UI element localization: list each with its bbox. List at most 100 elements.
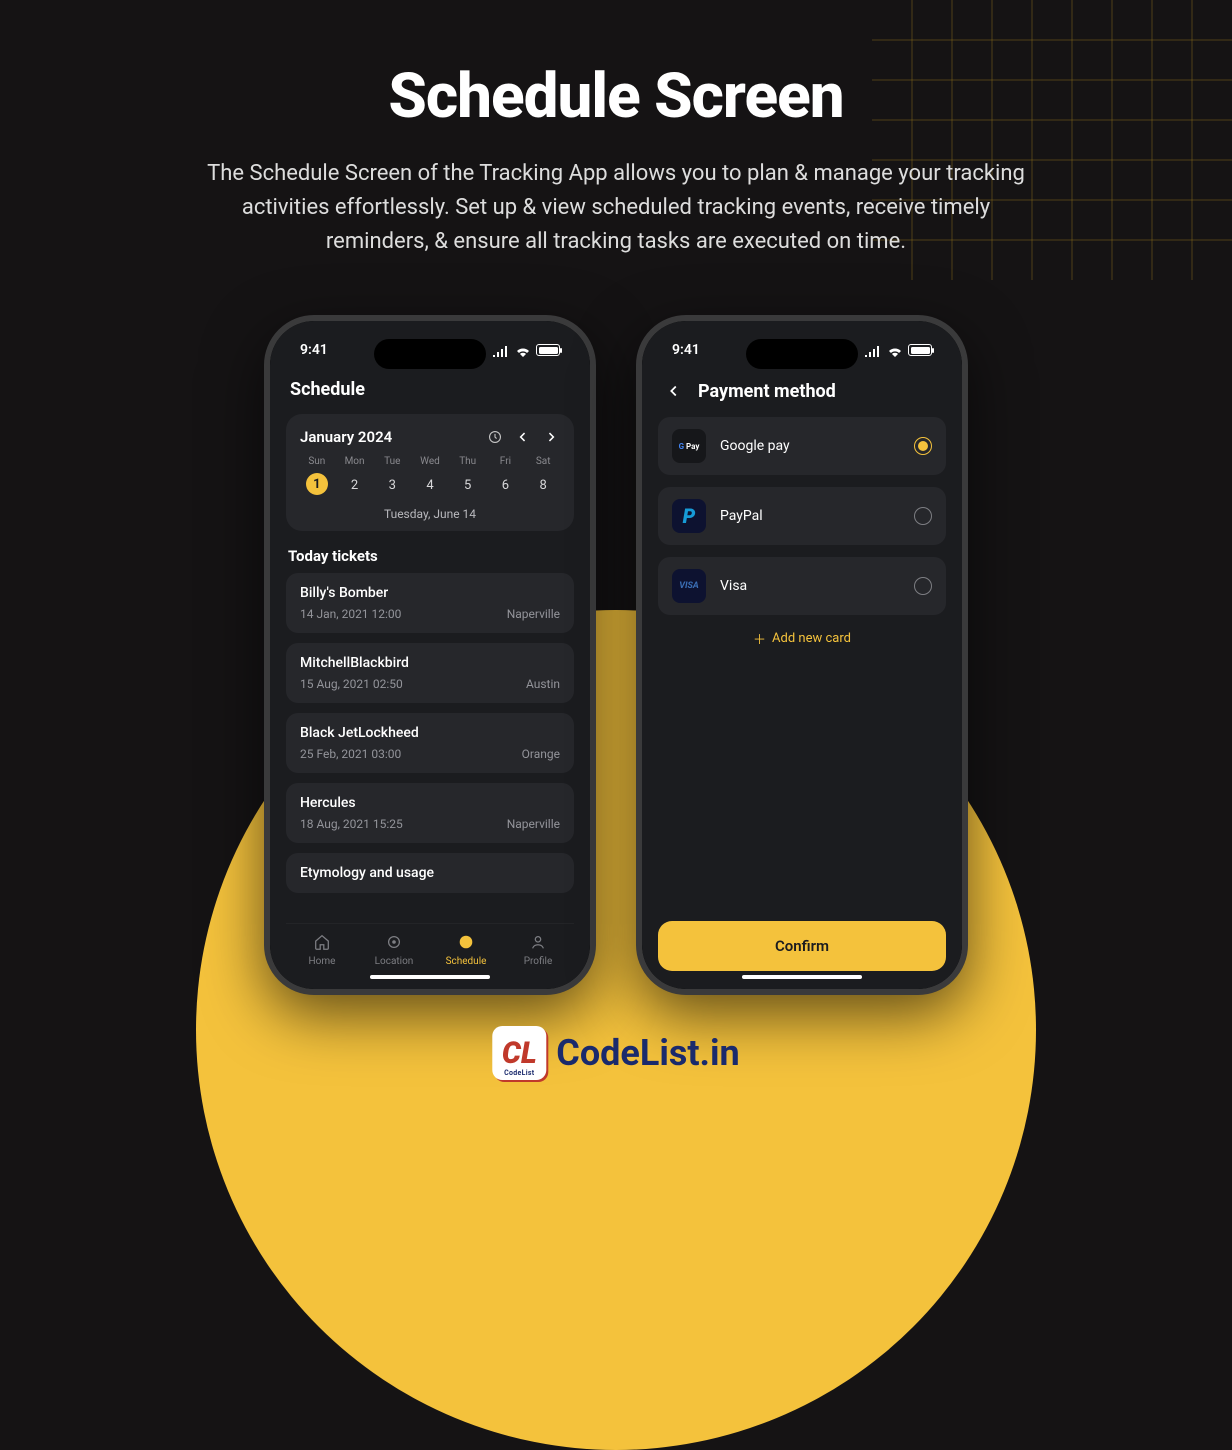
weekday-label: Sun	[300, 456, 334, 467]
ticket-item[interactable]: Black JetLockheed 25 Feb, 2021 03:00 Oran…	[286, 713, 574, 773]
tab-location[interactable]: Location	[358, 932, 430, 967]
calendar-day[interactable]: 6	[489, 473, 523, 497]
payment-method-item[interactable]: P PayPal	[658, 487, 946, 545]
screen-header: Payment method	[658, 371, 946, 417]
ticket-date: 18 Aug, 2021 15:25	[300, 817, 403, 831]
confirm-button[interactable]: Confirm	[658, 921, 946, 971]
footer-brand: CL CodeList CodeList.in	[492, 1026, 739, 1080]
calendar-card: January 2024 Sun Mon Tue Wed Thu Fri Sat	[286, 414, 574, 531]
ticket-name: MitchellBlackbird	[300, 655, 560, 671]
weekday-label: Wed	[413, 456, 447, 467]
today-tickets-label: Today tickets	[288, 547, 572, 565]
weekday-label: Sat	[526, 456, 560, 467]
schedule-icon	[456, 932, 476, 952]
phone-screen: 9:41 Payment method G Pay Google pay	[642, 321, 962, 989]
ticket-name: Black JetLockheed	[300, 725, 560, 741]
payment-methods-list: G Pay Google pay P PayPal VISA Visa	[658, 417, 946, 615]
phone-mockups: 9:41 Schedule January 2024	[0, 315, 1232, 995]
paypal-logo-icon: P	[672, 499, 706, 533]
screen-header: Schedule	[286, 371, 574, 414]
battery-icon	[908, 344, 932, 356]
calendar-days-row: 1 2 3 4 5 6 8	[300, 473, 560, 497]
profile-icon	[528, 932, 548, 952]
status-indicators	[865, 344, 932, 356]
ticket-date: 14 Jan, 2021 12:00	[300, 607, 401, 621]
plus-icon: ＋	[753, 629, 766, 648]
payment-method-name: Visa	[720, 578, 900, 594]
tab-label: Home	[309, 956, 336, 967]
hero-section: Schedule Screen The Schedule Screen of t…	[0, 0, 1232, 259]
status-time: 9:41	[672, 342, 700, 358]
signal-icon	[493, 345, 510, 356]
phone-payment: 9:41 Payment method G Pay Google pay	[636, 315, 968, 995]
calendar-weekdays: Sun Mon Tue Wed Thu Fri Sat	[300, 456, 560, 467]
ticket-date: 15 Aug, 2021 02:50	[300, 677, 403, 691]
ticket-name: Billy's Bomber	[300, 585, 560, 601]
brand-name: CodeList.in	[556, 1032, 739, 1074]
back-button[interactable]	[662, 379, 686, 403]
ticket-item[interactable]: Hercules 18 Aug, 2021 15:25Naperville	[286, 783, 574, 843]
ticket-city: Austin	[526, 677, 560, 691]
ticket-city: Orange	[522, 747, 560, 761]
ticket-item[interactable]: Etymology and usage	[286, 853, 574, 893]
clock-icon[interactable]	[486, 428, 504, 446]
payment-method-name: PayPal	[720, 508, 900, 524]
phone-screen: 9:41 Schedule January 2024	[270, 321, 590, 989]
calendar-day[interactable]: 3	[375, 473, 409, 497]
tab-home[interactable]: Home	[286, 932, 358, 967]
payment-method-name: Google pay	[720, 438, 900, 454]
wifi-icon	[515, 345, 531, 356]
screen-title: Schedule	[290, 379, 365, 400]
tickets-list[interactable]: Billy's Bomber 14 Jan, 2021 12:00Napervi…	[286, 573, 574, 917]
payment-method-item[interactable]: VISA Visa	[658, 557, 946, 615]
brand-badge-sub: CodeList	[504, 1069, 534, 1077]
weekday-label: Fri	[489, 456, 523, 467]
payment-method-item[interactable]: G Pay Google pay	[658, 417, 946, 475]
ticket-date: 25 Feb, 2021 03:00	[300, 747, 401, 761]
wifi-icon	[887, 345, 903, 356]
home-icon	[312, 932, 332, 952]
add-card-label: Add new card	[772, 631, 851, 646]
radio-unselected[interactable]	[914, 507, 932, 525]
hero-title: Schedule Screen	[0, 60, 1232, 133]
chevron-left-icon[interactable]	[514, 428, 532, 446]
tab-bar: Home Location Schedule Profile	[286, 923, 574, 971]
signal-icon	[865, 345, 882, 356]
confirm-label: Confirm	[775, 937, 829, 955]
weekday-label: Mon	[338, 456, 372, 467]
calendar-day[interactable]: 5	[451, 473, 485, 497]
screen-title: Payment method	[698, 381, 836, 402]
calendar-day[interactable]: 1	[306, 473, 328, 495]
ticket-name: Hercules	[300, 795, 560, 811]
calendar-day[interactable]: 4	[413, 473, 447, 497]
chevron-right-icon[interactable]	[542, 428, 560, 446]
ticket-item[interactable]: Billy's Bomber 14 Jan, 2021 12:00Napervi…	[286, 573, 574, 633]
calendar-month-label: January 2024	[300, 428, 392, 446]
ticket-item[interactable]: MitchellBlackbird 15 Aug, 2021 02:50 Aust…	[286, 643, 574, 703]
phone-schedule: 9:41 Schedule January 2024	[264, 315, 596, 995]
ticket-name: Etymology and usage	[300, 865, 560, 881]
tab-label: Schedule	[446, 956, 487, 967]
hero-description: The Schedule Screen of the Tracking App …	[206, 157, 1026, 259]
home-indicator	[370, 975, 490, 979]
tab-label: Profile	[524, 956, 553, 967]
battery-icon	[536, 344, 560, 356]
tab-label: Location	[375, 956, 414, 967]
dynamic-island	[746, 339, 858, 369]
radio-selected[interactable]	[914, 437, 932, 455]
calendar-footer-date: Tuesday, June 14	[300, 507, 560, 521]
status-indicators	[493, 344, 560, 356]
location-icon	[384, 932, 404, 952]
tab-profile[interactable]: Profile	[502, 932, 574, 967]
brand-badge-icon: CL CodeList	[492, 1026, 546, 1080]
weekday-label: Thu	[451, 456, 485, 467]
calendar-day[interactable]: 8	[526, 473, 560, 497]
weekday-label: Tue	[375, 456, 409, 467]
calendar-day[interactable]: 2	[338, 473, 372, 497]
radio-unselected[interactable]	[914, 577, 932, 595]
status-time: 9:41	[300, 342, 328, 358]
add-new-card-button[interactable]: ＋ Add new card	[658, 629, 946, 648]
tab-schedule[interactable]: Schedule	[430, 932, 502, 967]
dynamic-island	[374, 339, 486, 369]
visa-logo-icon: VISA	[672, 569, 706, 603]
